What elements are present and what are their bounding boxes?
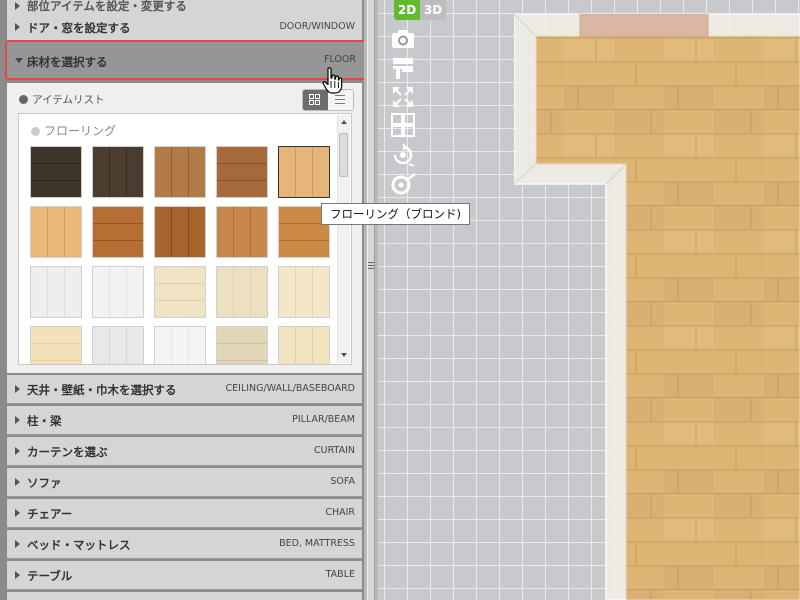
accordion-label: ベッド・マットレス <box>27 538 131 552</box>
list-icon-line <box>335 99 345 100</box>
floor-tile-tile-white-1[interactable] <box>30 266 82 318</box>
scroll-down-arrow-icon[interactable] <box>341 353 347 357</box>
floor-tile-tile-pale-4[interactable] <box>216 326 268 364</box>
expand-arrow-icon <box>15 478 20 486</box>
camera-icon[interactable] <box>390 26 416 52</box>
hand-pointer-icon <box>322 67 343 94</box>
floor-tile-tile-pale-1[interactable] <box>30 326 82 364</box>
view-2d-button[interactable]: 2D <box>394 0 420 20</box>
floor-tile-tile-cream-1[interactable] <box>154 266 206 318</box>
list-icon <box>335 95 345 96</box>
collapse-arrow-icon <box>15 58 23 63</box>
accordion-label: 床材を選択する <box>27 55 108 69</box>
floor-tile-tile-brown-1[interactable] <box>154 146 206 198</box>
accordion-label-en: CHAIR <box>325 507 355 518</box>
floor-tile-tile-walnut[interactable] <box>154 206 206 258</box>
floor-tile-tile-light-oak[interactable] <box>30 206 82 258</box>
splitter-track[interactable] <box>367 0 375 600</box>
scrollbar[interactable] <box>337 115 350 363</box>
left-panel: 部位アイテムを設定・変更する ドア・窓を設定する DOOR/WINDOW 床材を… <box>0 0 367 600</box>
item-list-header: アイテムリスト <box>19 92 104 107</box>
accordion-row-sofa[interactable]: ソファ SOFA <box>7 468 362 497</box>
expand-arrow-icon <box>15 540 20 548</box>
grid-icon-cell <box>315 100 320 105</box>
accordion-row-chair[interactable]: チェアー CHAIR <box>7 499 362 528</box>
accordion-label: 部位アイテムを設定・変更する <box>27 0 187 13</box>
floor-tile-tile-cream-3[interactable] <box>278 266 330 318</box>
print-icon[interactable] <box>390 55 416 81</box>
floor-tile-tile-brown-2[interactable] <box>216 146 268 198</box>
accordion-label-en: DOOR/WINDOW <box>279 21 355 32</box>
expand-arrow-icon <box>15 23 20 31</box>
view-2d-3d-toggle: 2D 3D <box>394 0 446 20</box>
accordion-label: チェアー <box>27 507 73 521</box>
item-list-label: アイテムリスト <box>32 94 105 106</box>
measure-tape-icon[interactable] <box>390 170 416 196</box>
accordion-row-ceiling-wall[interactable]: 天井・壁紙・巾木を選択する CEILING/WALL/BASEBOARD <box>7 375 362 404</box>
grid-icon-cell <box>315 94 320 99</box>
floor-tile-tile-dark-2[interactable] <box>92 146 144 198</box>
accordion-label: カーテンを選ぶ <box>27 445 108 459</box>
accordion-row-pillar-beam[interactable]: 柱・梁 PILLAR/BEAM <box>7 406 362 435</box>
accordion-label-en: SOFA <box>330 476 355 487</box>
expand-arrow-icon <box>15 509 20 517</box>
accordion-label-en: PILLAR/BEAM <box>292 414 355 425</box>
accordion-label-en: FLOOR <box>324 54 356 65</box>
accordion-label: テーブル <box>27 569 73 583</box>
expand-arrow-icon <box>15 385 20 393</box>
accordion-row-next[interactable] <box>7 592 362 600</box>
bullet-icon <box>19 95 28 104</box>
list-icon-line <box>335 103 345 104</box>
accordion-label: 天井・壁紙・巾木を選択する <box>27 383 177 397</box>
accordion-label: ソファ <box>27 476 62 490</box>
item-list-box: フローリング <box>18 113 352 365</box>
floor-tile-tile-pale-5[interactable] <box>278 326 330 364</box>
floor-tile-tile-pale-3[interactable] <box>154 326 206 364</box>
accordion-label: 柱・梁 <box>27 414 62 428</box>
category-label-text: フローリング <box>44 124 117 138</box>
accordion-label-en: TABLE <box>325 569 355 580</box>
rotate-icon[interactable] <box>390 142 416 168</box>
grid-icon <box>309 94 314 99</box>
accordion-row-door-window[interactable]: ドア・窓を設定する DOOR/WINDOW <box>7 13 362 42</box>
accordion-row-parts[interactable]: 部位アイテムを設定・変更する <box>7 0 362 14</box>
expand-arrow-icon <box>15 571 20 579</box>
expand-arrow-icon <box>15 2 20 10</box>
category-label: フローリング <box>31 122 116 139</box>
grid-icon-cell <box>309 100 314 105</box>
floor-tile-tile-white-2[interactable] <box>92 266 144 318</box>
floor-tile-tile-cream-2[interactable] <box>216 266 268 318</box>
floor-tile-tile-cherry[interactable] <box>216 206 268 258</box>
expand-arrow-icon <box>15 447 20 455</box>
accordion-label-en: BED, MATTRESS <box>279 538 355 549</box>
splitter-grip-icon[interactable] <box>368 262 374 271</box>
view-3d-button[interactable]: 3D <box>420 0 446 20</box>
bullet-icon <box>31 127 40 136</box>
accordion-row-curtain[interactable]: カーテンを選ぶ CURTAIN <box>7 437 362 466</box>
floor-item-panel: アイテムリスト フローリング <box>7 83 362 373</box>
accordion-row-bed[interactable]: ベッド・マットレス BED, MATTRESS <box>7 530 362 559</box>
fit-screen-icon[interactable] <box>390 84 416 110</box>
scroll-up-arrow-icon[interactable] <box>341 120 347 124</box>
floor-tile-tile-blonde[interactable] <box>278 146 330 198</box>
tile-tooltip: フローリング（ブロンド) <box>321 203 470 225</box>
scrollbar-thumb[interactable] <box>339 133 348 177</box>
room-floor-plan[interactable] <box>514 14 800 600</box>
accordion-label-en: CEILING/WALL/BASEBOARD <box>225 383 355 394</box>
accordion-row-floor[interactable]: 床材を選択する FLOOR <box>5 40 367 80</box>
floor-plan-canvas[interactable]: 2D 3D <box>378 0 800 600</box>
panel-splitter[interactable] <box>364 0 378 600</box>
floor-tile-tile-teak[interactable] <box>92 206 144 258</box>
floor-tile-tile-pale-2[interactable] <box>92 326 144 364</box>
floor-tile-tile-dark-1[interactable] <box>30 146 82 198</box>
grid-toggle-icon[interactable] <box>390 112 416 138</box>
accordion-row-table[interactable]: テーブル TABLE <box>7 561 362 590</box>
accordion-label: ドア・窓を設定する <box>27 21 131 35</box>
expand-arrow-icon <box>15 416 20 424</box>
accordion-label-en: CURTAIN <box>314 445 355 456</box>
